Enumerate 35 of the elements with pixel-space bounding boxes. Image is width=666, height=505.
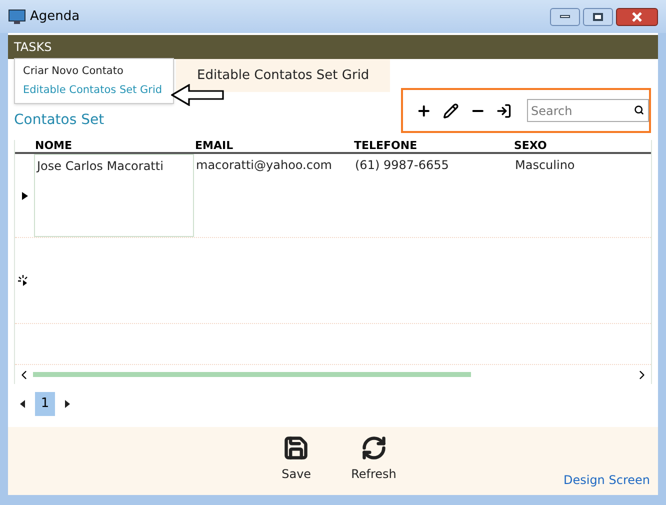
close-icon bbox=[632, 12, 642, 22]
column-header[interactable]: SEXO bbox=[514, 139, 644, 152]
maximize-button[interactable] bbox=[583, 8, 613, 26]
table-cell-text: (61) 9987-6655 bbox=[354, 157, 450, 174]
minimize-button[interactable] bbox=[550, 8, 580, 26]
table-cell-text: Masculino bbox=[514, 157, 576, 174]
table-cell-text: macoratti@yahoo.com bbox=[195, 157, 333, 174]
refresh-icon bbox=[360, 435, 387, 461]
previous-page-icon[interactable] bbox=[20, 400, 25, 408]
refresh-button[interactable]: Refresh bbox=[351, 435, 396, 495]
scrollbar-thumb[interactable] bbox=[33, 372, 471, 377]
section-title: Contatos Set bbox=[14, 111, 104, 130]
search-icon[interactable] bbox=[634, 105, 644, 115]
menu-item[interactable]: Criar Novo Contato bbox=[15, 64, 173, 79]
row-indicator-icon bbox=[22, 192, 28, 200]
monitor-icon bbox=[8, 8, 26, 24]
plus-icon[interactable] bbox=[416, 102, 432, 118]
pencil-icon[interactable] bbox=[442, 102, 458, 118]
new-row-icon bbox=[18, 274, 28, 286]
table-cell: Jose Carlos Macoratti bbox=[34, 154, 194, 237]
menu-item[interactable]: Editable Contatos Set Grid bbox=[15, 83, 173, 98]
column-header[interactable]: EMAIL bbox=[195, 139, 354, 152]
column-header[interactable]: NOME bbox=[35, 139, 195, 152]
page-button[interactable]: 1 bbox=[35, 392, 55, 416]
column-header[interactable]: TELEFONE bbox=[354, 139, 514, 152]
design-screen-link[interactable]: Design Screen bbox=[563, 471, 650, 489]
next-page-icon[interactable] bbox=[65, 400, 70, 408]
grid-row[interactable]: Jose Carlos Macoratti macoratti@yahoo.com (61) 9987-6655 Masculino bbox=[15, 154, 651, 238]
window-title: Agenda bbox=[30, 8, 80, 26]
sign-in-icon[interactable] bbox=[496, 102, 512, 118]
search-field[interactable]: Search bbox=[527, 99, 650, 122]
tasks-label: TASKS bbox=[14, 39, 52, 56]
screen-tab[interactable]: Editable Contatos Set Grid bbox=[176, 59, 390, 92]
close-button[interactable] bbox=[616, 8, 658, 26]
save-button[interactable]: Save bbox=[282, 435, 312, 495]
